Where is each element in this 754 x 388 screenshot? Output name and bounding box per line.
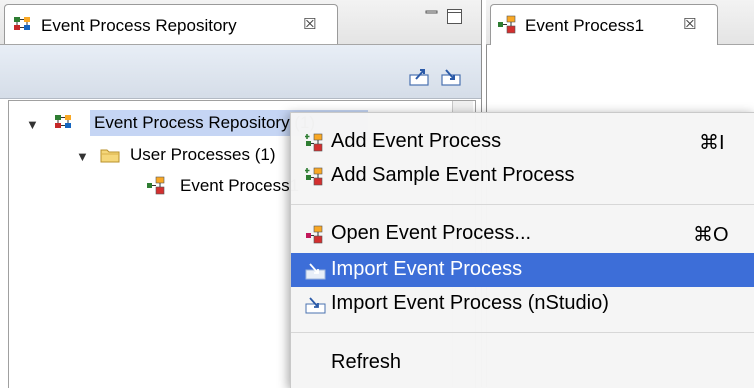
expand-twisty-icon[interactable]: ▼ xyxy=(26,117,39,132)
tab-title: Event Process Repository xyxy=(41,16,237,35)
repository-icon xyxy=(55,115,71,128)
add-event-process-icon xyxy=(305,133,323,152)
tab-title: Event Process1 xyxy=(525,16,645,35)
minimize-icon[interactable] xyxy=(424,8,440,22)
menu-item-add-event-process[interactable]: Add Event Process ⌘I xyxy=(291,125,754,159)
menu-item-import-event-process[interactable]: Import Event Process xyxy=(291,253,754,287)
menu-label: Refresh xyxy=(331,351,402,373)
maximize-icon[interactable] xyxy=(446,8,464,26)
menu-item-add-sample-event-process[interactable]: Add Sample Event Process xyxy=(291,159,754,193)
expand-twisty-icon[interactable]: ▼ xyxy=(76,149,89,164)
event-process-icon xyxy=(498,15,516,34)
open-event-process-icon xyxy=(306,225,323,244)
close-icon[interactable]: ☒ xyxy=(683,15,696,33)
menu-label: Add Sample Event Process xyxy=(331,164,575,186)
menu-item-import-event-process-nstudio[interactable]: Import Event Process (nStudio) xyxy=(291,287,754,321)
menu-label: Import Event Process (nStudio) xyxy=(331,292,609,314)
menu-label: Open Event Process... xyxy=(331,222,532,244)
menu-label: Import Event Process xyxy=(331,258,523,280)
context-menu: Add Event Process ⌘I Add Sample Event Pr… xyxy=(290,112,754,388)
tree-item-event-process1[interactable]: Event Process1 xyxy=(180,176,299,196)
menu-separator xyxy=(291,204,754,205)
menu-separator xyxy=(291,332,754,333)
import-icon[interactable] xyxy=(440,66,464,88)
menu-shortcut: ⌘I xyxy=(699,132,725,154)
event-process-icon xyxy=(147,176,165,195)
tree-item-user-processes[interactable]: User Processes (1) xyxy=(130,145,275,165)
tab-event-process1[interactable]: Event Process1 ☒ xyxy=(490,4,718,45)
add-event-process-icon xyxy=(305,167,323,186)
menu-item-refresh[interactable]: Refresh xyxy=(291,346,754,380)
menu-shortcut: ⌘O xyxy=(693,224,729,246)
import-icon xyxy=(305,263,326,280)
menu-item-open-event-process[interactable]: Open Event Process... ⌘O xyxy=(291,217,754,251)
menu-label: Add Event Process xyxy=(331,130,502,152)
folder-icon xyxy=(100,149,120,163)
repository-icon xyxy=(14,17,30,30)
close-icon[interactable]: ☒ xyxy=(303,15,316,33)
import-icon xyxy=(305,297,326,314)
export-icon[interactable] xyxy=(408,66,432,88)
tab-event-process-repository[interactable]: Event Process Repository ☒ xyxy=(4,4,338,44)
tree-item-repository[interactable]: Event Process Repository (1) xyxy=(94,113,315,133)
